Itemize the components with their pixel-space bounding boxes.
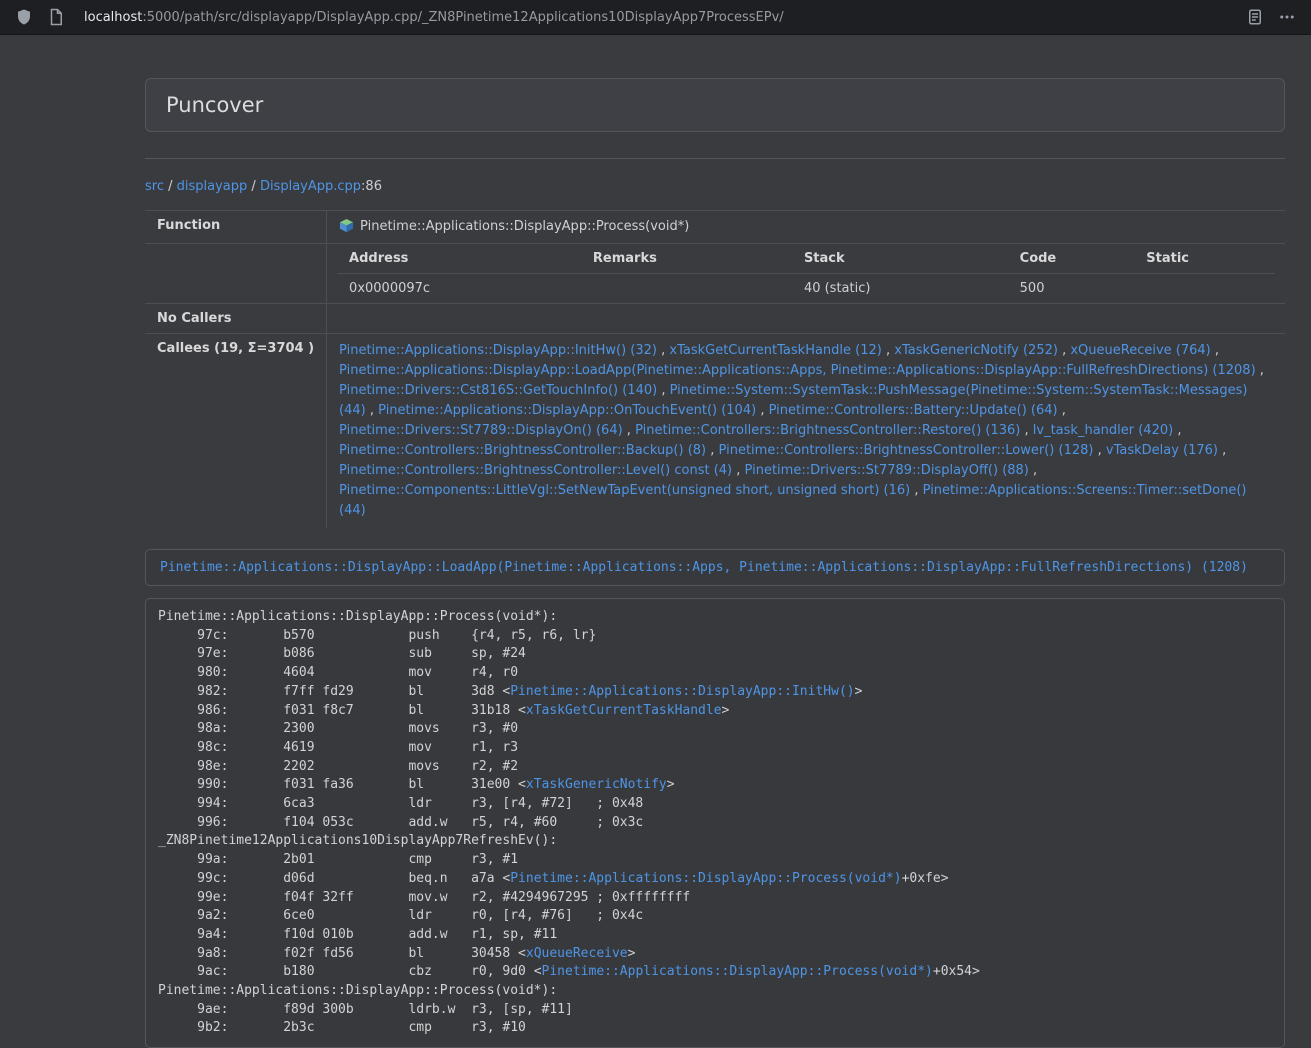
selected-symbol-link[interactable]: Pinetime::Applications::DisplayApp::Load… (145, 549, 1285, 586)
breadcrumb-link-displayapp-cpp[interactable]: DisplayApp.cpp (260, 179, 361, 194)
callee-separator: , (657, 383, 669, 398)
col-stack: Stack (792, 244, 1008, 274)
horizontal-divider (145, 158, 1285, 159)
callee-link[interactable]: Pinetime::Applications::DisplayApp::OnTo… (378, 403, 756, 418)
callee-link[interactable]: Pinetime::Applications::DisplayApp::Init… (339, 343, 657, 358)
col-static: Static (1134, 244, 1275, 274)
callee-separator: , (1020, 423, 1032, 438)
disassembly-symbol-link[interactable]: Pinetime::Applications::DisplayApp::Proc… (542, 964, 933, 979)
callee-separator: , (1058, 403, 1066, 418)
callee-separator: , (366, 403, 378, 418)
url-host: localhost (84, 10, 142, 25)
callee-link[interactable]: Pinetime::Controllers::BrightnessControl… (719, 443, 1094, 458)
callee-separator: , (1058, 343, 1070, 358)
remarks-value (581, 274, 792, 304)
callees-row: Callees (19, Σ=3704 ) Pinetime::Applicat… (145, 334, 1285, 529)
callee-separator: , (657, 343, 669, 358)
page: { "colors": { "link": "#4e95e5", "page_b… (0, 0, 1311, 998)
callee-link[interactable]: vTaskDelay (176) (1106, 443, 1218, 458)
disassembly-code: Pinetime::Applications::DisplayApp::Proc… (145, 598, 1285, 1048)
callee-link[interactable]: xTaskGetCurrentTaskHandle (12) (669, 343, 881, 358)
browser-bar-actions (1239, 8, 1303, 26)
callee-separator: , (1218, 443, 1226, 458)
metrics-header-row: Address Remarks Stack Code Static (337, 244, 1275, 274)
callee-separator: , (1029, 463, 1037, 478)
page-icon (47, 8, 65, 26)
callee-separator: , (1211, 343, 1219, 358)
address-value: 0x0000097c (337, 274, 581, 304)
callee-link[interactable]: Pinetime::Controllers::BrightnessControl… (339, 443, 706, 458)
callee-link[interactable]: Pinetime::Drivers::Cst816S::GetTouchInfo… (339, 383, 657, 398)
function-name: Pinetime::Applications::DisplayApp::Proc… (360, 219, 689, 234)
col-address: Address (337, 244, 581, 274)
app-title: Puncover (166, 92, 1264, 118)
disassembly-symbol-link[interactable]: xTaskGenericNotify (526, 777, 667, 792)
metrics-table: Address Remarks Stack Code Static 0x0000… (337, 244, 1275, 303)
stack-value: 40 (static) (792, 274, 1008, 304)
app-header-panel: Puncover (145, 78, 1285, 132)
breadcrumb-separator: / (164, 179, 177, 194)
no-callers-label: No Callers (145, 304, 327, 334)
breadcrumb-separator: / (247, 179, 260, 194)
disassembly-symbol-link[interactable]: xTaskGetCurrentTaskHandle (526, 703, 722, 718)
code-value: 500 (1008, 274, 1135, 304)
breadcrumb-link-src[interactable]: src (145, 179, 164, 194)
callee-link[interactable]: Pinetime::Controllers::BrightnessControl… (339, 463, 732, 478)
url-path: :5000/path/src/displayapp/DisplayApp.cpp… (142, 10, 783, 25)
metrics-value-row: 0x0000097c 40 (static) 500 (337, 274, 1275, 304)
empty-label-cell (145, 244, 327, 304)
callee-link[interactable]: Pinetime::Components::LittleVgl::SetNewT… (339, 483, 910, 498)
callee-separator: , (756, 403, 768, 418)
callee-separator: , (1256, 363, 1264, 378)
metrics-cell: Address Remarks Stack Code Static 0x0000… (327, 244, 1285, 304)
callee-link[interactable]: Pinetime::Drivers::St7789::DisplayOff() … (745, 463, 1029, 478)
callee-separator: , (623, 423, 635, 438)
shield-icon[interactable] (15, 8, 33, 26)
callee-link[interactable]: lv_task_handler (420) (1033, 423, 1173, 438)
no-callers-cell (327, 304, 1285, 334)
function-name-cell: Pinetime::Applications::DisplayApp::Proc… (327, 211, 1285, 244)
function-row: Function Pinetime::Applications::Display… (145, 211, 1285, 244)
browser-url-bar[interactable]: localhost:5000/path/src/displayapp/Displ… (0, 0, 1311, 35)
function-label: Function (145, 211, 327, 244)
callees-list: Pinetime::Applications::DisplayApp::Init… (327, 334, 1285, 529)
callee-separator: , (1173, 423, 1181, 438)
col-remarks: Remarks (581, 244, 792, 274)
url-text[interactable]: localhost:5000/path/src/displayapp/Displ… (84, 10, 1231, 25)
callee-separator: , (706, 443, 718, 458)
metrics-row: Address Remarks Stack Code Static 0x0000… (145, 244, 1285, 304)
breadcrumb: src / displayapp / DisplayApp.cpp:86 (145, 177, 1285, 197)
menu-icon[interactable] (1278, 8, 1296, 26)
callee-link[interactable]: Pinetime::Applications::DisplayApp::Load… (339, 363, 1256, 378)
no-callers-row: No Callers (145, 304, 1285, 334)
disassembly-symbol-link[interactable]: Pinetime::Applications::DisplayApp::Init… (510, 684, 854, 699)
callee-separator: , (1093, 443, 1105, 458)
disassembly-symbol-link[interactable]: Pinetime::Applications::DisplayApp::Proc… (510, 871, 901, 886)
symbol-type-icon (339, 218, 354, 233)
callees-label: Callees (19, Σ=3704 ) (145, 334, 327, 529)
callee-link[interactable]: Pinetime::Controllers::Battery::Update()… (769, 403, 1058, 418)
callee-link[interactable]: Pinetime::Controllers::BrightnessControl… (635, 423, 1020, 438)
disassembly-symbol-link[interactable]: xQueueReceive (526, 946, 628, 961)
col-code: Code (1008, 244, 1135, 274)
callee-link[interactable]: xTaskGenericNotify (252) (894, 343, 1058, 358)
callee-link[interactable]: xQueueReceive (764) (1070, 343, 1210, 358)
reader-mode-icon[interactable] (1246, 8, 1264, 26)
breadcrumb-link-displayapp[interactable]: displayapp (177, 179, 248, 194)
breadcrumb-line-number: :86 (361, 179, 382, 194)
main-content: Puncover src / displayapp / DisplayApp.c… (145, 78, 1285, 1048)
callee-separator: , (910, 483, 922, 498)
callee-link[interactable]: Pinetime::Drivers::St7789::DisplayOn() (… (339, 423, 623, 438)
function-table: Function Pinetime::Applications::Display… (145, 210, 1285, 528)
callee-separator: , (732, 463, 744, 478)
callee-separator: , (882, 343, 894, 358)
static-value (1134, 274, 1275, 304)
